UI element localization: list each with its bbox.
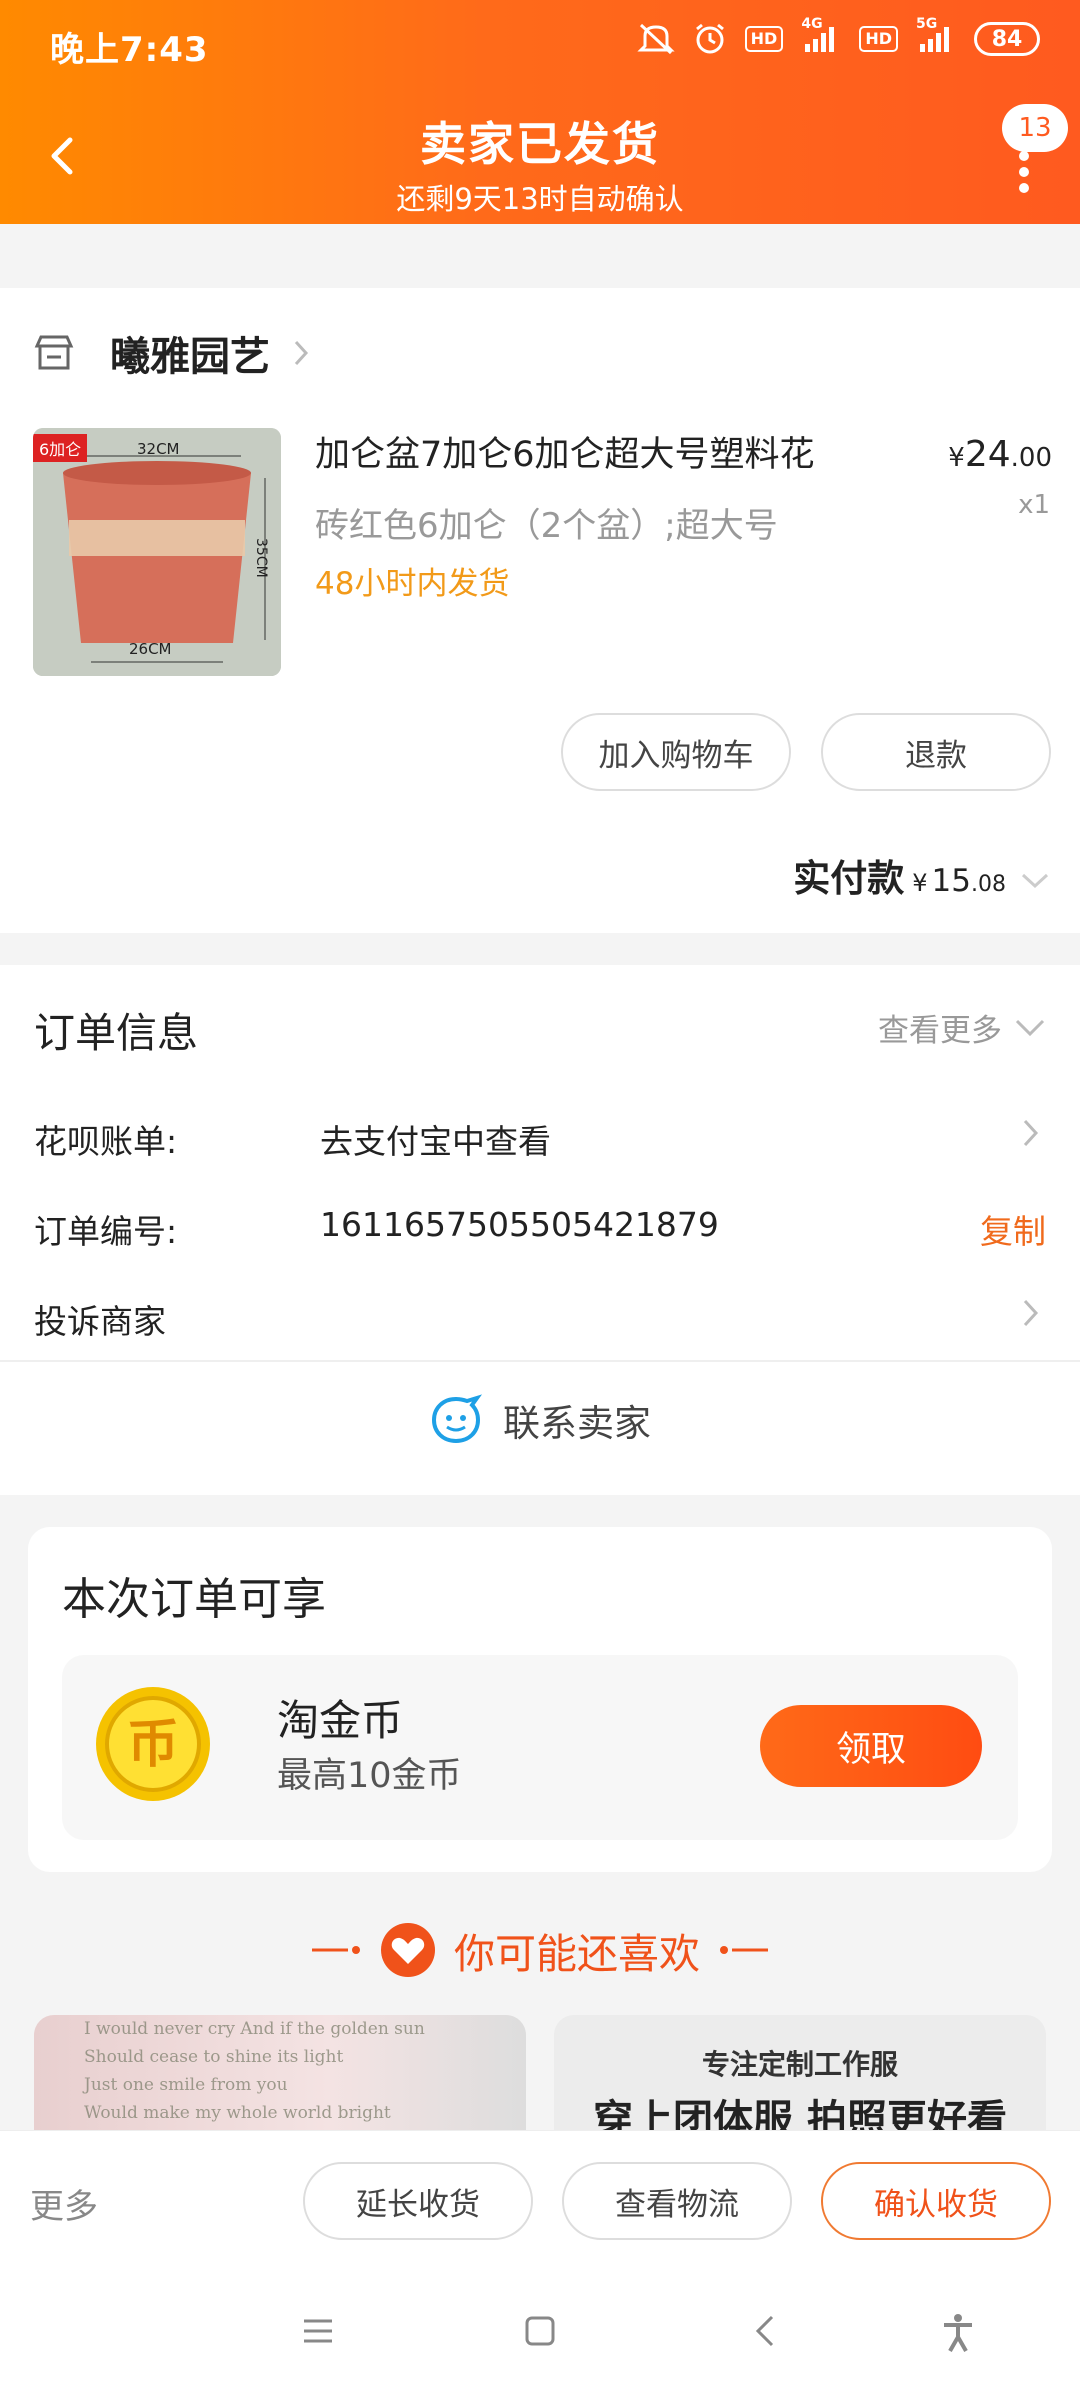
paid-amount[interactable]: 实付款 ¥ 15 .08 xyxy=(793,848,1050,902)
view-logistics-button[interactable]: 查看物流 xyxy=(562,2162,792,2240)
chevron-right-icon xyxy=(294,340,309,366)
see-more-button[interactable]: 查看更多 xyxy=(878,1005,1046,1050)
shop-header[interactable]: 曦雅园艺 xyxy=(34,324,310,382)
pot-dim-top: 32CM xyxy=(137,440,180,458)
product-image[interactable]: 6加仑 32CM 35CM 26CM xyxy=(33,428,281,676)
complain-seller[interactable]: 投诉商家 xyxy=(34,1295,166,1343)
paid-dec: .08 xyxy=(971,872,1006,897)
hd-icon: HD xyxy=(744,26,784,52)
gold-coin-icon: 币 xyxy=(96,1687,210,1801)
contact-seller-button[interactable]: 联系卖家 xyxy=(0,1360,1080,1480)
chevron-right-icon xyxy=(1023,1299,1039,1327)
battery-icon: 84 xyxy=(974,22,1040,56)
message-badge[interactable]: 13 xyxy=(1002,104,1068,152)
rec-left-line: I would never cry And if the golden sun xyxy=(84,2019,425,2039)
pot-dim-bottom: 26CM xyxy=(129,640,172,658)
net-4g-label: 4G xyxy=(801,16,823,32)
recommend-item[interactable]: I would never cry And if the golden sun … xyxy=(34,2015,526,2135)
back-nav-icon[interactable] xyxy=(750,2313,780,2349)
bottom-action-bar: 更多 延长收货 查看物流 确认收货 xyxy=(0,2130,1080,2270)
shipping-promise: 48小时内发货 xyxy=(315,566,510,602)
product-price: ¥24.00 xyxy=(948,434,1052,475)
signal-4g-icon: 4G xyxy=(801,16,841,54)
chevron-right-icon xyxy=(1023,1119,1039,1147)
confirm-receipt-button[interactable]: 确认收货 xyxy=(821,2162,1051,2240)
paid-int: 15 xyxy=(931,863,971,899)
benefits-card: 本次订单可享 币 淘金币 最高10金币 领取 xyxy=(28,1527,1052,1872)
extend-receipt-button[interactable]: 延长收货 xyxy=(303,2162,533,2240)
price-dec: .00 xyxy=(1010,443,1052,473)
see-more-label: 查看更多 xyxy=(878,1013,1002,1049)
add-to-cart-button[interactable]: 加入购物车 xyxy=(561,713,791,791)
rec-left-line: Just one smile from you xyxy=(84,2075,288,2095)
benefits-title: 本次订单可享 xyxy=(62,1574,326,1625)
order-info-title: 订单信息 xyxy=(34,1009,198,1057)
rec-right-line2: 穿上团体服 拍照更好看 xyxy=(593,2097,1007,2135)
system-nav-bar xyxy=(0,2270,1080,2400)
store-icon xyxy=(34,335,74,370)
chevron-down-icon xyxy=(1021,873,1049,889)
shop-name: 曦雅园艺 xyxy=(110,334,270,380)
hd-icon-2: HD xyxy=(859,26,898,52)
product-sku: 砖红色6加仑（2个盆）;超大号 xyxy=(315,506,778,546)
chevron-down-icon xyxy=(1015,1019,1045,1036)
order-number-label: 订单编号: xyxy=(34,1212,178,1251)
mute-icon xyxy=(637,22,675,56)
coin-reward-box: 币 淘金币 最高10金币 领取 xyxy=(62,1655,1018,1840)
menu-icon[interactable] xyxy=(300,2313,336,2349)
paid-label: 实付款 xyxy=(793,857,905,900)
more-actions-button[interactable]: 更多 xyxy=(30,2179,98,2228)
svg-text:币: 币 xyxy=(127,1715,179,1775)
more-dots-icon xyxy=(1019,151,1029,193)
wangwang-chat-icon xyxy=(431,1394,483,1444)
contact-seller-label: 联系卖家 xyxy=(503,1402,651,1445)
price-currency: ¥ xyxy=(948,443,965,473)
status-time: 晚上7:43 xyxy=(50,30,209,70)
page-title: 卖家已发货 xyxy=(420,117,660,171)
pot-dim-side: 35CM xyxy=(253,538,269,578)
status-bar: 晚上7:43 HD 4G HD 5G 84 xyxy=(0,0,1080,90)
rec-right-line1: 专注定制工作服 xyxy=(701,2048,898,2081)
rec-left-line: Should cease to shine its light xyxy=(84,2047,344,2067)
accessibility-icon[interactable] xyxy=(940,2313,976,2353)
recommend-item[interactable]: 专注定制工作服 穿上团体服 拍照更好看 xyxy=(554,2015,1046,2135)
coin-title: 淘金币 xyxy=(277,1696,404,1745)
heart-icon xyxy=(381,1923,435,1977)
more-menu-button[interactable] xyxy=(1014,150,1034,194)
pot-tag: 6加仑 xyxy=(33,434,88,462)
flower-pot-image xyxy=(33,428,281,676)
recommend-header: 你可能还喜欢 xyxy=(0,1920,1080,1980)
order-info-card: 订单信息 查看更多 花呗账单: 去支付宝中查看 订单编号: 1611657505… xyxy=(0,965,1080,1495)
price-int: 24 xyxy=(964,434,1011,475)
auto-confirm-countdown: 还剩9天13时自动确认 xyxy=(396,182,684,216)
copy-button[interactable]: 复制 xyxy=(980,1205,1046,1253)
refund-button[interactable]: 退款 xyxy=(821,713,1051,791)
claim-button[interactable]: 领取 xyxy=(760,1705,982,1787)
coin-subtitle: 最高10金币 xyxy=(277,1756,462,1796)
product-title[interactable]: 加仑盆7加仑6加仑超大号塑料花 xyxy=(315,426,815,477)
status-icons: HD 4G HD 5G 84 xyxy=(637,16,1040,56)
net-5g-label: 5G xyxy=(916,16,938,32)
product-quantity: x1 xyxy=(1018,490,1050,520)
recommend-title: 你可能还喜欢 xyxy=(454,1930,700,1978)
huabei-label: 花呗账单: xyxy=(34,1122,178,1161)
home-icon[interactable] xyxy=(522,2313,558,2349)
alarm-icon xyxy=(693,22,727,56)
signal-5g-icon: 5G xyxy=(916,16,956,54)
huabei-value[interactable]: 去支付宝中查看 xyxy=(320,1115,551,1163)
deco-line-right-icon xyxy=(720,1946,768,1954)
rec-left-line: Would make my whole world bright xyxy=(84,2103,391,2123)
header: 晚上7:43 HD 4G HD 5G 84 卖家已发货 还剩9天13时自动确认 xyxy=(0,0,1080,224)
paid-currency: ¥ xyxy=(912,869,928,897)
deco-line-left-icon xyxy=(312,1946,360,1954)
order-number-value: 1611657505505421879 xyxy=(320,1205,719,1244)
shop-card: 曦雅园艺 6加仑 32CM 35CM 26CM 加仑盆7加仑6加仑超大号塑料花 … xyxy=(0,288,1080,933)
